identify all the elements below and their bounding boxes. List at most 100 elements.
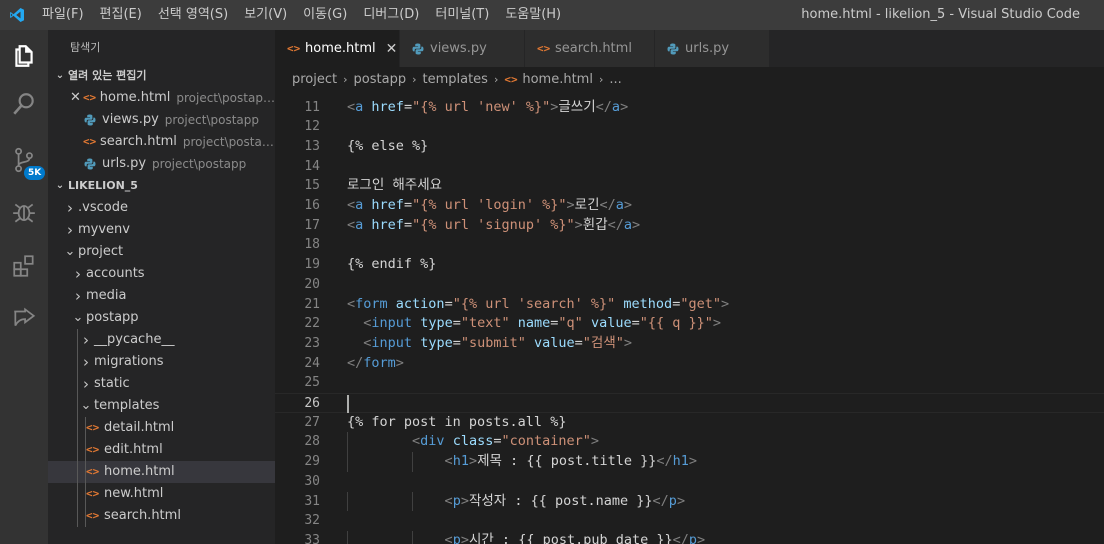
line-code: <input type="submit" value="검색"> (347, 334, 632, 354)
tab-urls-py[interactable]: urls.py (655, 30, 770, 67)
menu-item[interactable]: 보기(V) (236, 0, 295, 30)
line-code: <form action="{% url 'search' %}" method… (347, 295, 729, 315)
tree-item-label: detail.html (104, 420, 175, 435)
chevron-right-icon: › (83, 375, 89, 393)
file-item[interactable]: <> search.html (48, 505, 275, 527)
indent-guide (77, 351, 78, 373)
open-editor-item[interactable]: ✕ <> home.html project\postapp... (48, 87, 275, 109)
open-editors-header[interactable]: ⌄ 열려 있는 편집기 (48, 65, 275, 87)
code-token: href (371, 216, 404, 233)
code-token: 시간 : {{ post.pub_date }} (468, 531, 673, 544)
debug-icon[interactable] (0, 188, 48, 236)
tab-views-py[interactable]: views.py (400, 30, 525, 67)
file-item[interactable]: <> home.html (48, 461, 275, 483)
folder-item[interactable]: › media (48, 285, 275, 307)
folder-item[interactable]: ⌄ templates (48, 395, 275, 417)
indent-guide (412, 530, 414, 544)
menu-item[interactable]: 파일(F) (34, 0, 92, 30)
open-editor-item[interactable]: urls.py project\postapp (48, 153, 275, 175)
indent-guide (77, 417, 78, 439)
file-item[interactable]: <> detail.html (48, 417, 275, 439)
chevron-down-icon: ⌄ (55, 70, 65, 81)
code-line: 24 </form> (275, 354, 1104, 374)
breadcrumb-item[interactable]: postapp (354, 72, 407, 87)
close-icon[interactable]: ✕ (386, 41, 398, 57)
file-item[interactable]: <> new.html (48, 483, 275, 505)
breadcrumb-item[interactable]: home.html (522, 72, 593, 87)
menu-item[interactable]: 선택 영역(S) (150, 0, 236, 30)
code-line: 22 <input type="text" name="q" value="{{… (275, 314, 1104, 334)
code-token: "get" (680, 295, 721, 312)
breadcrumb-item[interactable]: templates (422, 72, 487, 87)
code-token: > (720, 295, 730, 312)
file-item[interactable]: <> edit.html (48, 439, 275, 461)
extensions-icon[interactable] (0, 242, 48, 290)
code-line: 18 (275, 235, 1104, 255)
sidebar-title: 탐색기 (70, 41, 101, 54)
search-icon[interactable] (0, 80, 48, 128)
folder-item[interactable]: › myvenv (48, 219, 275, 241)
menu-item[interactable]: 디버그(D) (355, 0, 427, 30)
html-file-icon: <> (86, 487, 100, 500)
code-token: = (452, 315, 461, 332)
close-icon[interactable]: ✕ (68, 87, 83, 109)
open-editors-label: 열려 있는 편집기 (68, 69, 147, 82)
indent-guide (347, 530, 348, 544)
chevron-right-icon: › (67, 221, 73, 239)
folder-item[interactable]: › .vscode (48, 197, 275, 219)
indent-guide (77, 461, 78, 483)
code-token: < (347, 216, 356, 233)
code-token: "q" (558, 315, 583, 332)
menu-item[interactable]: 이동(G) (295, 0, 355, 30)
menu-item[interactable]: 도움말(H) (497, 0, 569, 30)
folder-item[interactable]: ⌄ postapp (48, 307, 275, 329)
line-number: 18 (304, 237, 320, 253)
chevron-right-icon: › (343, 72, 348, 86)
folder-item[interactable]: › static (48, 373, 275, 395)
line-number: 33 (304, 532, 320, 544)
line-code: </form> (347, 354, 404, 374)
indent-guide (77, 329, 78, 351)
explorer-icon[interactable] (0, 32, 48, 80)
line-number: 23 (304, 335, 320, 351)
code-token: p (452, 492, 461, 509)
open-editor-item[interactable]: views.py project\postapp (48, 109, 275, 131)
code-editor[interactable]: 11 <a href="{% url 'new' %}">글쓰기</a> 12 13{… (275, 91, 1104, 544)
code-token: > (468, 453, 478, 470)
tab-home-html[interactable]: <> home.html ✕ (275, 30, 400, 67)
python-file-icon (84, 114, 102, 126)
breadcrumb-item[interactable]: ... (609, 72, 621, 87)
code-token: h1 (672, 453, 689, 470)
code-token: {% else %} (347, 137, 429, 154)
source-control-icon[interactable]: 5K (0, 136, 48, 184)
folder-item[interactable]: › __pycache__ (48, 329, 275, 351)
code-token: p (452, 531, 461, 544)
menu-item[interactable]: 터미널(T) (427, 0, 497, 30)
folder-item[interactable]: › accounts (48, 263, 275, 285)
code-line: 33 <p>시간 : {{ post.pub_date }}</p> (275, 530, 1104, 544)
tab-search-html[interactable]: <> search.html (525, 30, 655, 67)
menu-item[interactable]: 편집(E) (92, 0, 150, 30)
breadcrumb-item[interactable]: project (292, 72, 337, 87)
code-token: = (444, 295, 453, 312)
line-number: 25 (304, 375, 320, 391)
code-token: "{% url 'new' %}" (412, 98, 551, 115)
line-code: {% endif %} (347, 255, 436, 275)
code-line: 15 로그인 해주세요 (275, 176, 1104, 196)
workspace-header[interactable]: ⌄ LIKELION_5 (48, 175, 275, 197)
code-token: {% endif %} (347, 256, 437, 273)
remote-share-icon[interactable] (0, 294, 48, 342)
code-line: 25 (275, 373, 1104, 393)
code-token: input (371, 315, 413, 332)
html-file-icon: <> (504, 72, 518, 86)
code-token: </ (652, 492, 669, 509)
folder-item[interactable]: › migrations (48, 351, 275, 373)
folder-item[interactable]: ⌄ project (48, 241, 275, 263)
line-code: <h1>제목 : {{ post.title }}</h1> (347, 452, 698, 472)
chevron-down-icon: ⌄ (72, 310, 84, 325)
tree-item-label: edit.html (104, 442, 163, 457)
code-token: < (347, 98, 356, 115)
open-editor-item[interactable]: <> search.html project\postap... (48, 131, 275, 153)
